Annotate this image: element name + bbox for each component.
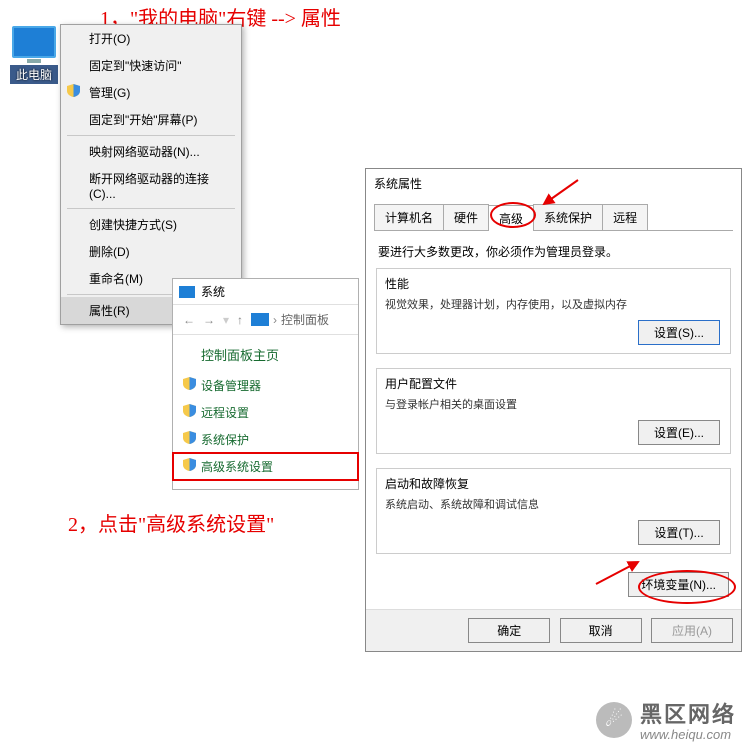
tab-remote[interactable]: 远程 (602, 204, 648, 230)
tab-bar: 计算机名 硬件 高级 系统保护 远程 (374, 204, 733, 231)
group-desc: 系统启动、系统故障和调试信息 (385, 496, 722, 512)
menu-delete[interactable]: 删除(D) (61, 238, 241, 265)
separator (67, 208, 235, 209)
group-performance: 性能 视觉效果，处理器计划，内存使用，以及虚拟内存 设置(S)... (376, 268, 731, 354)
back-arrow-icon[interactable]: ← (183, 313, 195, 327)
group-user-profile: 用户配置文件 与登录帐户相关的桌面设置 设置(E)... (376, 368, 731, 454)
admin-note: 要进行大多数更改，你必须作为管理员登录。 (374, 231, 733, 268)
system-icon (179, 286, 195, 298)
monitor-icon (12, 26, 56, 58)
menu-map-drive[interactable]: 映射网络驱动器(N)... (61, 138, 241, 165)
menu-disconnect-drive[interactable]: 断开网络驱动器的连接(C)... (61, 165, 241, 206)
link-device-manager[interactable]: 设备管理器 (173, 372, 358, 399)
group-label: 性能 (385, 275, 722, 292)
control-panel-window: 系统 ← → ▾ ↑ › 控制面板 控制面板主页 设备管理器 远程设置 系统保护… (172, 278, 359, 490)
tab-computer-name[interactable]: 计算机名 (374, 204, 444, 230)
group-desc: 视觉效果，处理器计划，内存使用，以及虚拟内存 (385, 296, 722, 312)
shield-icon (183, 431, 196, 444)
group-startup-recovery: 启动和故障恢复 系统启动、系统故障和调试信息 设置(T)... (376, 468, 731, 554)
group-desc: 与登录帐户相关的桌面设置 (385, 396, 722, 412)
menu-open[interactable]: 打开(O) (61, 25, 241, 52)
menu-manage[interactable]: 管理(G) (61, 79, 241, 106)
window-titlebar: 系统 (173, 279, 358, 305)
window-title: 系统 (201, 283, 225, 300)
link-system-protection[interactable]: 系统保护 (173, 426, 358, 453)
perf-settings-button[interactable]: 设置(S)... (638, 320, 720, 345)
annotation-step2: 2，点击"高级系统设置" (68, 508, 274, 537)
breadcrumb-icon (251, 313, 269, 326)
watermark-text: 黑区网络 (640, 697, 736, 729)
shield-icon (183, 404, 196, 417)
profile-settings-button[interactable]: 设置(E)... (638, 420, 720, 445)
startup-settings-button[interactable]: 设置(T)... (638, 520, 720, 545)
cancel-button[interactable]: 取消 (560, 618, 642, 643)
watermark: ☄ 黑区网络 www.heiqu.com (596, 697, 736, 742)
desktop-icon-this-pc[interactable]: 此电脑 (10, 26, 58, 84)
tab-hardware[interactable]: 硬件 (443, 204, 489, 230)
link-advanced-system-settings[interactable]: 高级系统设置 (173, 453, 358, 480)
highlight-circle-advanced-tab (490, 202, 536, 228)
shield-icon (183, 377, 196, 390)
dialog-actions: 确定 取消 应用(A) (366, 609, 741, 651)
separator (67, 135, 235, 136)
shield-icon (183, 458, 196, 471)
breadcrumb[interactable]: 控制面板 (281, 311, 329, 328)
cp-heading: 控制面板主页 (173, 335, 358, 372)
arrow-to-tab (540, 178, 580, 208)
nav-bar: ← → ▾ ↑ › 控制面板 (173, 305, 358, 335)
group-label: 启动和故障恢复 (385, 475, 722, 492)
monitor-stand (27, 59, 41, 63)
watermark-url: www.heiqu.com (640, 727, 736, 742)
up-arrow-icon[interactable]: ↑ (237, 313, 243, 327)
link-remote-settings[interactable]: 远程设置 (173, 399, 358, 426)
group-label: 用户配置文件 (385, 375, 722, 392)
apply-button[interactable]: 应用(A) (651, 618, 733, 643)
watermark-logo-icon: ☄ (596, 702, 632, 738)
ok-button[interactable]: 确定 (468, 618, 550, 643)
menu-pin-quick-access[interactable]: 固定到"快速访问" (61, 52, 241, 79)
menu-pin-start[interactable]: 固定到"开始"屏幕(P) (61, 106, 241, 133)
desktop-icon-label: 此电脑 (10, 65, 58, 84)
highlight-circle-env-button (638, 570, 736, 604)
arrow-to-env-button (594, 556, 644, 586)
shield-icon (67, 84, 80, 97)
menu-create-shortcut[interactable]: 创建快捷方式(S) (61, 211, 241, 238)
forward-arrow-icon[interactable]: → (203, 313, 215, 327)
